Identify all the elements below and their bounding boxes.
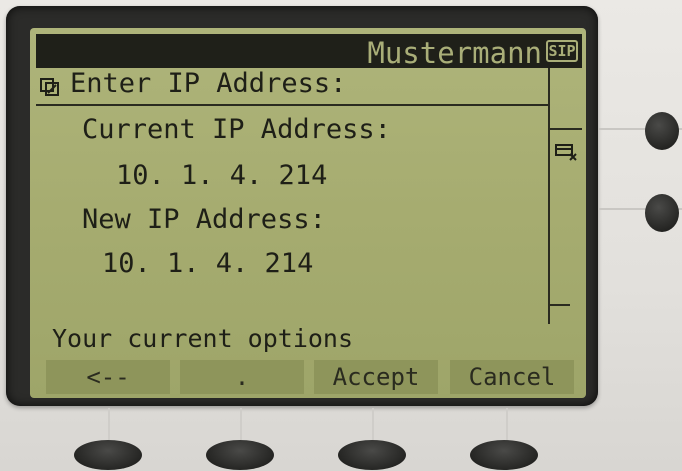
- hard-softkey-2[interactable]: [206, 440, 274, 470]
- lcd-screen: Mustermann SIP Enter IP Address: Current…: [30, 28, 586, 398]
- scroll-end: [550, 304, 570, 306]
- bottom-ridge-1: [108, 408, 110, 444]
- softkey-backspace[interactable]: <--: [46, 360, 170, 394]
- softkey-row: <-- . Accept Cancel: [46, 360, 578, 394]
- side-button-upper[interactable]: [645, 112, 679, 150]
- user-name: Mustermann: [367, 36, 542, 70]
- side-button-lower[interactable]: [645, 194, 679, 232]
- display-bezel: Mustermann SIP Enter IP Address: Current…: [6, 6, 598, 406]
- content-area: Enter IP Address: Current IP Address: 10…: [36, 68, 550, 324]
- header-row: Enter IP Address:: [36, 68, 548, 106]
- scrollbar[interactable]: [550, 68, 582, 324]
- current-ip-value: 10. 1. 4. 214: [116, 160, 328, 191]
- current-ip-label: Current IP Address:: [82, 114, 391, 145]
- hard-softkey-3[interactable]: [338, 440, 406, 470]
- bottom-ridge-4: [506, 408, 508, 444]
- scroll-divider: [550, 128, 582, 130]
- network-icon: [555, 144, 577, 161]
- hard-softkey-4[interactable]: [470, 440, 538, 470]
- softkey-accept[interactable]: Accept: [314, 360, 438, 394]
- screen-heading: Enter IP Address:: [70, 68, 347, 99]
- edit-icon: [40, 78, 59, 96]
- bottom-ridge-2: [240, 408, 242, 444]
- options-label: Your current options: [52, 324, 354, 353]
- sip-icon: SIP: [546, 40, 578, 62]
- hard-softkey-1[interactable]: [74, 440, 142, 470]
- new-ip-input[interactable]: 10. 1. 4. 214: [102, 248, 313, 279]
- new-ip-label: New IP Address:: [82, 204, 326, 235]
- bottom-ridge-3: [372, 408, 374, 444]
- softkey-cancel[interactable]: Cancel: [450, 360, 574, 394]
- title-bar: Mustermann SIP: [36, 34, 582, 70]
- softkey-dot[interactable]: .: [180, 360, 304, 394]
